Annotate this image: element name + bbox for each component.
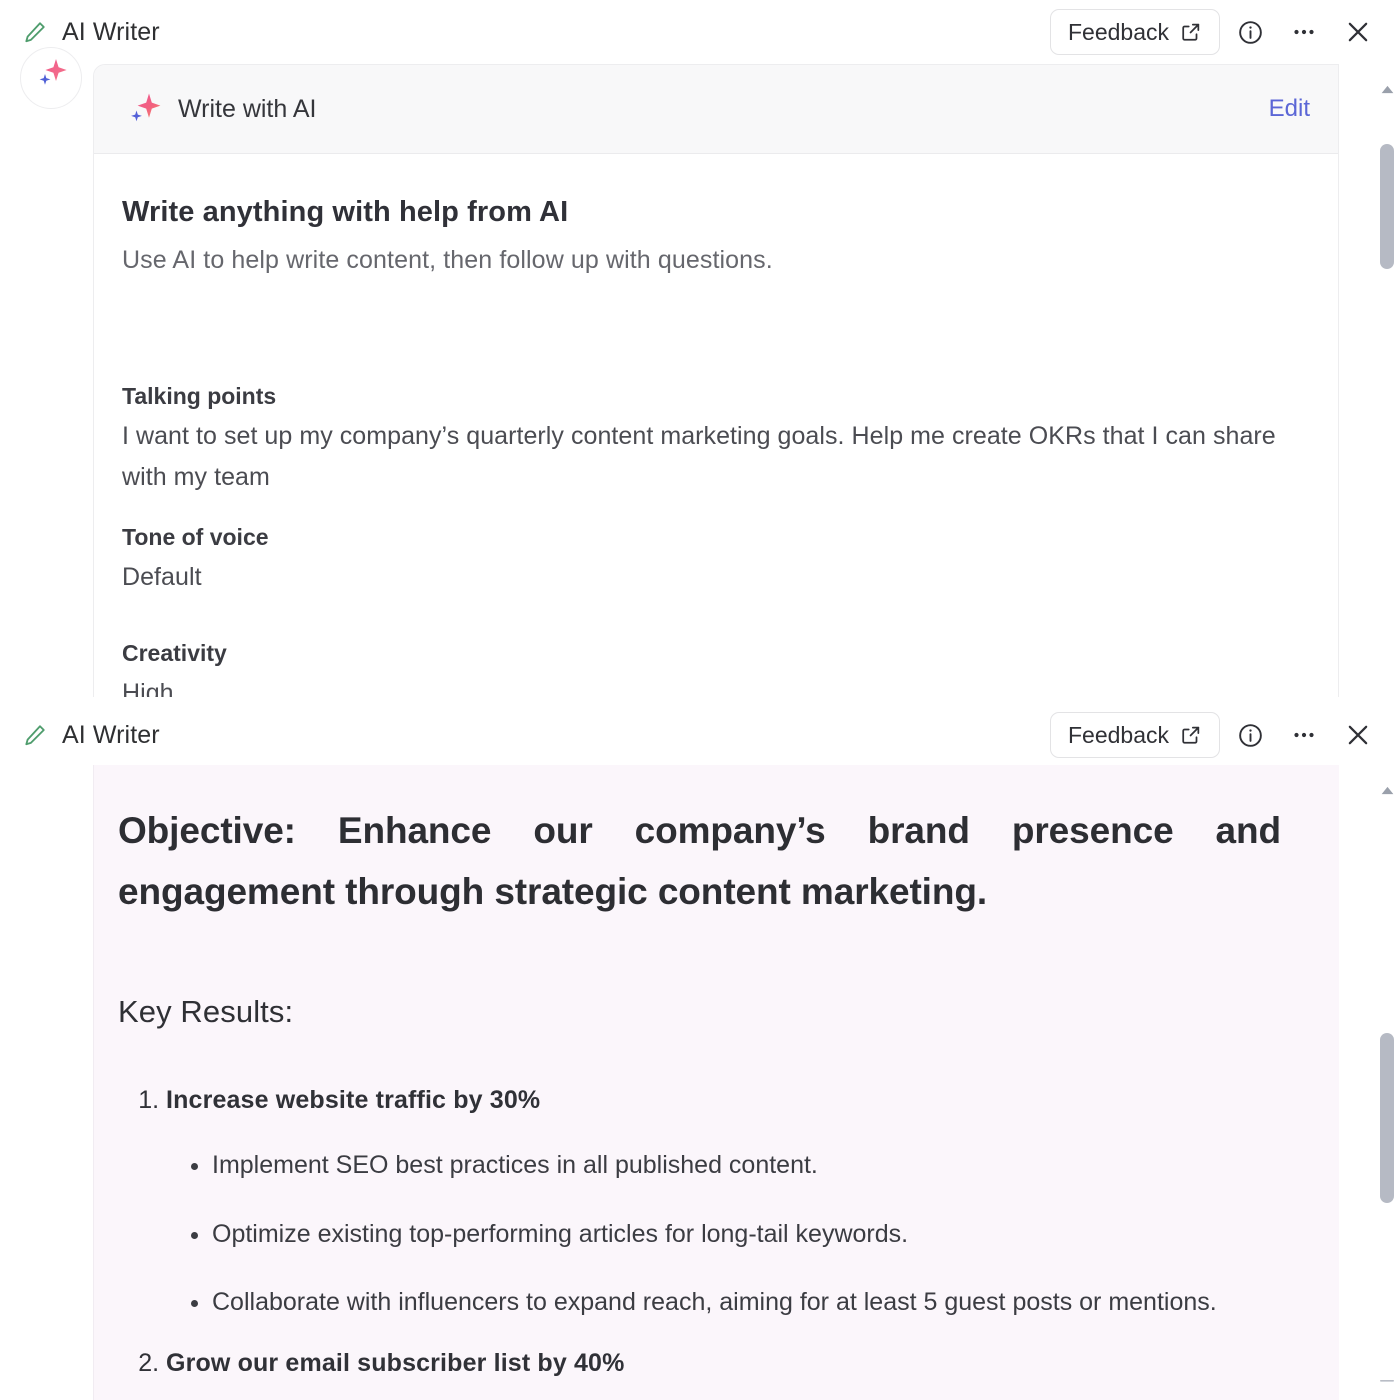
page-title: AI Writer: [62, 720, 160, 749]
panel-header-bottom: AI Writer Feedback: [0, 697, 1400, 765]
close-icon: [1344, 721, 1372, 749]
field-value: Default: [122, 563, 202, 591]
scrollbar-thumb[interactable]: [1380, 1033, 1394, 1203]
feedback-button-label: Feedback: [1067, 721, 1169, 748]
external-link-icon: [1180, 724, 1202, 746]
scrollbar-bottom[interactable]: [1374, 765, 1400, 1400]
feedback-button-label: Feedback: [1067, 18, 1169, 45]
promo-subtitle: Use AI to help write content, then follo…: [122, 246, 773, 274]
write-with-ai-card-body: Write anything with help from AI Use AI …: [94, 154, 1338, 697]
write-with-ai-label: Write with AI: [178, 94, 317, 123]
header-actions-bottom: Feedback: [1049, 711, 1382, 759]
external-link-icon: [1180, 21, 1202, 43]
ai-sparkle-icon: [122, 87, 166, 131]
field-label: Tone of voice: [122, 524, 269, 550]
write-with-ai-card-header: Write with AI Edit: [94, 65, 1338, 154]
key-result-title: Increase website traffic by 30%: [166, 1086, 541, 1115]
field-label: Talking points: [122, 383, 277, 409]
key-result-title: Grow our email subscriber list by 40%: [166, 1348, 625, 1377]
pencil-icon: [22, 722, 48, 748]
field-creativity[interactable]: Creativity High: [122, 640, 1308, 698]
ellipsis-icon: [1290, 721, 1318, 749]
pencil-icon: [22, 19, 48, 45]
more-options-button[interactable]: [1280, 711, 1328, 759]
ai-writer-screen: AI Writer Feedback Write with AI Edit Wr…: [0, 0, 1400, 1400]
info-button[interactable]: [1226, 711, 1274, 759]
scroll-up-arrow[interactable]: [1374, 777, 1400, 803]
close-icon: [1344, 18, 1372, 46]
feedback-button[interactable]: Feedback: [1049, 9, 1220, 55]
window-title-group: AI Writer: [22, 721, 160, 750]
ai-result-content: Objective: Enhance our company’s brand p…: [93, 765, 1339, 1400]
ai-writer-panel-bottom: AI Writer Feedback Objective: Enhance ou…: [0, 697, 1400, 1400]
scrollbar-top[interactable]: [1374, 64, 1400, 697]
objective-heading: Objective: Enhance our company’s brand p…: [118, 810, 1281, 912]
list-item: Optimize existing top-performing article…: [212, 1214, 1309, 1255]
field-talking-points[interactable]: Talking points I want to set up my compa…: [122, 383, 1308, 497]
list-item: Increase website traffic by 30% Implemen…: [166, 1086, 1309, 1323]
scrollbar-thumb[interactable]: [1380, 144, 1394, 269]
page-title: AI Writer: [62, 17, 160, 46]
avatar: [20, 47, 82, 109]
window-title-group: AI Writer: [22, 18, 160, 47]
more-options-button[interactable]: [1280, 8, 1328, 56]
field-label: Creativity: [122, 639, 227, 666]
scroll-up-arrow[interactable]: [1374, 76, 1400, 102]
promo-title: Write anything with help from AI: [122, 196, 569, 228]
write-with-ai-card: Write with AI Edit Write anything with h…: [93, 64, 1339, 697]
edit-link[interactable]: Edit: [1269, 95, 1310, 123]
bottom-panel-body: Objective: Enhance our company’s brand p…: [0, 765, 1400, 1400]
info-circle-icon: [1237, 722, 1264, 749]
info-circle-icon: [1237, 19, 1264, 46]
scroll-end-indicator[interactable]: [1374, 1368, 1400, 1394]
list-item: Grow our email subscriber list by 40%: [166, 1349, 1309, 1378]
key-results-heading: Key Results:: [118, 994, 294, 1030]
list-item: Collaborate with influencers to expand r…: [212, 1282, 1309, 1323]
field-value: High: [122, 678, 174, 698]
header-actions-top: Feedback: [1049, 8, 1382, 56]
ai-writer-panel-top: AI Writer Feedback Write with AI Edit Wr…: [0, 0, 1400, 697]
ellipsis-icon: [1290, 18, 1318, 46]
panel-header-top: AI Writer Feedback: [0, 0, 1400, 64]
list-item: Implement SEO best practices in all publ…: [212, 1145, 1309, 1186]
close-button[interactable]: [1334, 8, 1382, 56]
field-value: I want to set up my company’s quarterly …: [122, 422, 1276, 491]
feedback-button[interactable]: Feedback: [1049, 712, 1220, 758]
key-result-bullets: Implement SEO best practices in all publ…: [166, 1145, 1309, 1323]
field-tone-of-voice[interactable]: Tone of voice Default: [122, 524, 1308, 598]
ai-sparkle-icon: [39, 59, 67, 85]
close-button[interactable]: [1334, 711, 1382, 759]
info-button[interactable]: [1226, 8, 1274, 56]
key-results-list: Increase website traffic by 30% Implemen…: [118, 1086, 1309, 1378]
top-panel-body: Write with AI Edit Write anything with h…: [0, 47, 1400, 697]
